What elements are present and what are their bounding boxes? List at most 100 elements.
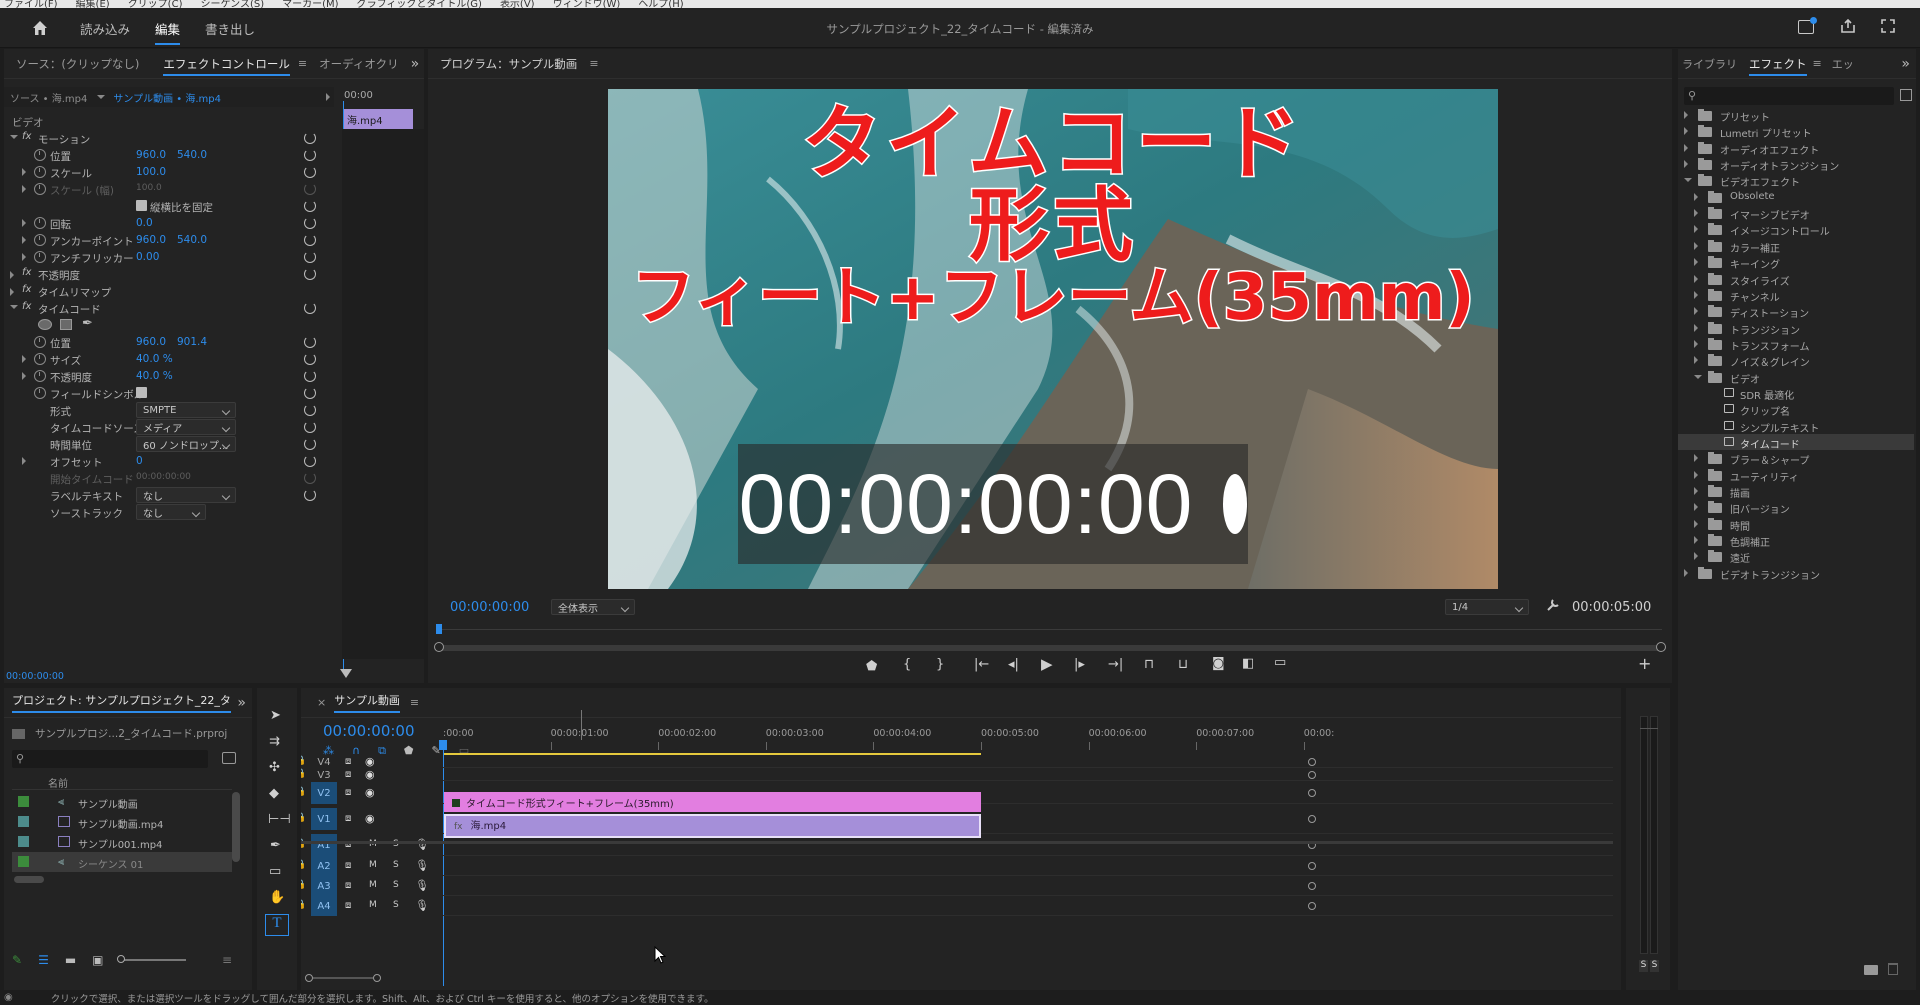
list-view-icon[interactable]: ☰	[38, 953, 49, 967]
expand-icon[interactable]	[1694, 290, 1698, 299]
reset-icon[interactable]	[304, 217, 316, 229]
menu-item[interactable]: 編集(E)	[76, 0, 110, 8]
project-scrollbar[interactable]	[232, 792, 240, 862]
reset-icon[interactable]	[304, 438, 316, 450]
reset-icon[interactable]	[304, 268, 316, 280]
property-value[interactable]: 960.0	[136, 149, 166, 161]
effect-folder[interactable]: 色調補正	[1678, 532, 1914, 549]
effect-folder[interactable]: スタイライズ	[1678, 271, 1914, 288]
sync-lock-icon[interactable]: ⧈	[345, 860, 351, 871]
menu-item[interactable]: グラフィックとタイトル(G)	[357, 0, 482, 8]
reset-icon[interactable]	[304, 149, 316, 161]
timeline-tab[interactable]: サンプル動画	[334, 692, 400, 713]
reset-icon[interactable]	[304, 370, 316, 382]
field-symbol-checkbox[interactable]	[136, 387, 147, 398]
project-panel-title[interactable]: プロジェクト: サンプルプロジェクト_22_タ	[12, 692, 231, 713]
track-header-v4[interactable]: 🔒 V4 ⧈ ◉	[301, 755, 1613, 768]
menu-item[interactable]: クリップ(C)	[128, 0, 183, 8]
zoom-slider[interactable]	[116, 955, 186, 963]
menu-item[interactable]: ファイル(F)	[4, 0, 58, 8]
effect-item[interactable]: タイムコード	[1678, 434, 1914, 451]
property-value[interactable]: 960.0	[136, 336, 166, 348]
go-to-in-icon[interactable]: |←	[974, 657, 989, 672]
lock-icon[interactable]: 🔒	[301, 787, 306, 797]
program-zoom-bar[interactable]	[438, 645, 1662, 651]
expand-icon[interactable]	[1694, 503, 1698, 512]
v2-clip[interactable]: タイムコード形式フィート+フレーム(35mm)	[444, 792, 981, 812]
sync-lock-icon[interactable]: ⧈	[345, 769, 351, 780]
tab-libraries[interactable]: ライブラリ	[1682, 56, 1737, 72]
microphone-icon[interactable]: 🎙	[415, 879, 429, 892]
selection-tool-icon[interactable]: ➤	[270, 708, 281, 723]
go-to-out-icon[interactable]: →|	[1108, 657, 1123, 672]
ec-current-time[interactable]: 00:00:00:00	[6, 671, 64, 682]
expand-icon[interactable]	[1694, 274, 1698, 283]
expand-icon[interactable]	[1694, 356, 1698, 365]
expand-icon[interactable]	[1694, 241, 1698, 250]
property-value[interactable]: 100.0	[136, 183, 162, 193]
stopwatch-icon[interactable]	[34, 370, 46, 382]
track-lane-a3[interactable]	[443, 895, 1613, 896]
comparison-view-icon[interactable]: ◧	[1242, 656, 1254, 671]
step-back-icon[interactable]: ◂|	[1008, 657, 1019, 672]
trash-icon[interactable]	[1888, 963, 1898, 975]
stopwatch-icon[interactable]	[34, 217, 46, 229]
expand-icon[interactable]	[1694, 536, 1698, 545]
menu-item[interactable]: シーケンス(S)	[200, 0, 264, 8]
stopwatch-icon[interactable]	[34, 251, 46, 263]
program-scrubber-track[interactable]	[438, 629, 1662, 630]
track-scroll-handle[interactable]	[1308, 862, 1316, 870]
panel-menu-icon[interactable]: ≡	[589, 57, 598, 70]
effect-folder[interactable]: ビデオ	[1678, 369, 1914, 386]
expand-icon[interactable]	[1684, 127, 1688, 136]
ripple-edit-tool-icon[interactable]: ✣	[269, 760, 280, 775]
track-lane-v4[interactable]	[443, 767, 1613, 768]
property-value[interactable]: 40.0 %	[136, 353, 173, 365]
timeline-ruler[interactable]: :00:00 00:00:01:00 00:00:02:00 00:00:03:00 0…	[443, 710, 1613, 750]
expand-icon[interactable]	[1694, 192, 1698, 201]
reset-icon[interactable]	[304, 472, 316, 484]
effect-folder[interactable]: オーディオトランジション	[1678, 156, 1914, 173]
lock-icon[interactable]: 🔒	[301, 860, 306, 870]
property-dropdown[interactable]: なし	[136, 504, 206, 520]
microphone-icon[interactable]: 🎙	[415, 899, 429, 912]
stopwatch-icon[interactable]	[34, 166, 46, 178]
icon-view-icon[interactable]: ▬	[65, 953, 76, 967]
fx-icon[interactable]: fx	[22, 267, 31, 278]
panel-menu-icon[interactable]: ≡	[298, 57, 307, 70]
menu-item[interactable]: 表示(V)	[500, 0, 535, 8]
mark-out-icon[interactable]: }	[936, 657, 944, 672]
track-scroll-handle[interactable]	[1308, 758, 1316, 766]
lock-icon[interactable]: 🔒	[301, 769, 306, 779]
track-lane-a4[interactable]	[443, 915, 1613, 916]
mute-button[interactable]: M	[369, 900, 377, 910]
track-target-a4[interactable]: A4	[311, 896, 337, 916]
reset-icon[interactable]	[304, 336, 316, 348]
add-marker-icon[interactable]: ⬟	[866, 659, 877, 674]
label-color-swatch[interactable]	[18, 836, 29, 847]
track-target-a3[interactable]: A3	[311, 876, 337, 896]
effect-item[interactable]: シンプルテキスト	[1678, 418, 1914, 435]
button-editor-icon[interactable]: +	[1638, 654, 1651, 673]
pen-mask-icon[interactable]: ✒	[82, 316, 93, 331]
sync-lock-icon[interactable]: ⧈	[345, 900, 351, 911]
tab-audio-clip-mixer[interactable]: オーディオクリ	[307, 56, 410, 72]
razor-tool-icon[interactable]: ◆	[269, 786, 279, 801]
pencil-icon[interactable]: ✎	[12, 953, 22, 967]
track-target-a2[interactable]: A2	[311, 856, 337, 876]
reset-icon[interactable]	[304, 166, 316, 178]
project-h-scrollbar[interactable]	[14, 876, 44, 883]
property-value[interactable]: 100.0	[136, 166, 166, 178]
tab-essential[interactable]: エッ	[1832, 56, 1854, 72]
expand-icon[interactable]	[1694, 487, 1698, 496]
reset-icon[interactable]	[304, 183, 316, 195]
more-panels-icon[interactable]: »	[237, 695, 246, 711]
expand-icon[interactable]	[1684, 111, 1688, 119]
expand-icon[interactable]	[1694, 209, 1698, 218]
tab-effects[interactable]: エフェクト	[1737, 56, 1819, 76]
rectangle-mask-icon[interactable]	[60, 319, 72, 330]
hand-tool-icon[interactable]: ✋	[269, 890, 285, 905]
effect-folder[interactable]: イメージコントロール	[1678, 221, 1914, 238]
reset-icon[interactable]	[304, 234, 316, 246]
share-icon[interactable]	[1840, 18, 1856, 34]
